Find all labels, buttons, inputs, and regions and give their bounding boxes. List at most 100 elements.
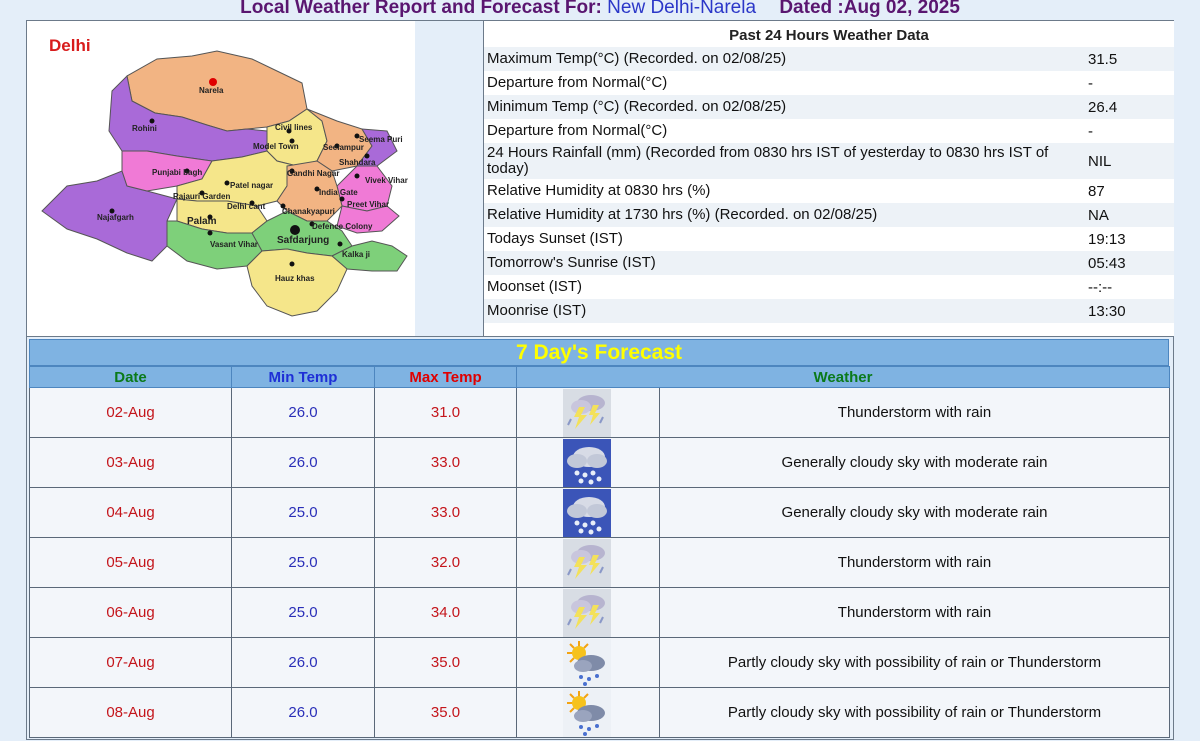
forecast-weather-desc: Thunderstorm with rain bbox=[658, 587, 1171, 638]
forecast-max-temp: 35.0 bbox=[374, 687, 517, 738]
forecast-max-temp: 35.0 bbox=[374, 637, 517, 688]
map-place-label: Rohini bbox=[132, 124, 157, 133]
forecast-max-temp: 33.0 bbox=[374, 487, 517, 538]
map-place-label: Vasant Vihar bbox=[210, 240, 258, 249]
forecast-weather-desc: Partly cloudy sky with possibility of ra… bbox=[658, 687, 1171, 738]
forecast-weather-desc: Thunderstorm with rain bbox=[658, 537, 1171, 588]
header-dated: Dated :Aug 02, 2025 bbox=[779, 0, 960, 18]
past-data-value: 87 bbox=[1088, 182, 1105, 200]
forecast-row: 06-Aug 25.0 34.0 Thunderstorm with rain bbox=[29, 587, 1171, 638]
map-place-label: India Gate bbox=[319, 188, 358, 197]
map-place-label: Kalka ji bbox=[342, 250, 370, 259]
forecast-icon-cell bbox=[516, 387, 660, 438]
past-data-value: NIL bbox=[1088, 152, 1112, 170]
past-data-row: Todays Sunset (IST) 19:13 bbox=[484, 227, 1174, 251]
past-24-hours-title: Past 24 Hours Weather Data bbox=[729, 27, 929, 44]
col-header-min-temp: Min Temp bbox=[231, 366, 375, 388]
forecast-date: 07-Aug bbox=[29, 637, 232, 688]
forecast-icon-cell bbox=[516, 637, 660, 688]
past-data-row: Moonset (IST) --:-- bbox=[484, 275, 1174, 299]
forecast-max-temp: 31.0 bbox=[374, 387, 517, 438]
map-place-label: Gandhi Nagar bbox=[287, 169, 339, 178]
past-data-value: - bbox=[1088, 122, 1093, 140]
thunderstorm-icon bbox=[563, 588, 611, 637]
map-region-label: Delhi bbox=[49, 36, 91, 55]
past-data-value: NA bbox=[1088, 206, 1109, 224]
forecast-title: 7 Day's Forecast bbox=[29, 339, 1169, 366]
thunderstorm-icon bbox=[563, 388, 611, 437]
past-data-value: - bbox=[1088, 74, 1093, 92]
past-data-label: Maximum Temp(°C) (Recorded. on 02/08/25) bbox=[487, 50, 787, 67]
forecast-max-temp: 33.0 bbox=[374, 437, 517, 488]
forecast-date: 02-Aug bbox=[29, 387, 232, 438]
map-place-label: Punjabi bagh bbox=[152, 168, 202, 177]
forecast-max-temp: 34.0 bbox=[374, 587, 517, 638]
col-header-max-temp: Max Temp bbox=[374, 366, 517, 388]
past-data-label: Departure from Normal(°C) bbox=[487, 122, 668, 139]
map-place-label: Hauz khas bbox=[275, 274, 315, 283]
forecast-date: 03-Aug bbox=[29, 437, 232, 488]
map-place-label: Delhi cant bbox=[227, 202, 266, 211]
map-place-label: Chanakyapuri bbox=[282, 207, 335, 216]
top-section: Delhi Narela Rohini Civil lines Seema Puri M… bbox=[26, 20, 1174, 338]
past-data-label: Todays Sunset (IST) bbox=[487, 230, 623, 247]
forecast-weather-desc: Generally cloudy sky with moderate rain bbox=[658, 437, 1171, 488]
forecast-date: 04-Aug bbox=[29, 487, 232, 538]
forecast-icon-cell bbox=[516, 437, 660, 488]
header-prefix: Local Weather Report and Forecast For: bbox=[240, 0, 602, 18]
map-place-label: Shahdara bbox=[339, 158, 376, 167]
forecast-weather-desc: Partly cloudy sky with possibility of ra… bbox=[658, 637, 1171, 688]
sun-cloud-rain-icon bbox=[563, 688, 611, 737]
map-place-label: Model Town bbox=[253, 142, 299, 151]
past-data-row: Departure from Normal(°C) - bbox=[484, 71, 1174, 95]
map-place-label: Palam bbox=[187, 216, 217, 227]
forecast-row: 04-Aug 25.0 33.0 Generally cloudy sky with … bbox=[29, 487, 1171, 538]
forecast-date: 08-Aug bbox=[29, 687, 232, 738]
page-header: Local Weather Report and Forecast For: N… bbox=[0, 0, 1200, 20]
forecast-date: 05-Aug bbox=[29, 537, 232, 588]
past-data-row: Moonrise (IST) 13:30 bbox=[484, 299, 1174, 323]
past-data-label: Moonset (IST) bbox=[487, 278, 583, 295]
forecast-max-temp: 32.0 bbox=[374, 537, 517, 588]
past-data-label: Moonrise (IST) bbox=[487, 302, 587, 319]
past-24-hours-panel: Past 24 Hours Weather Data Maximum Temp(… bbox=[483, 21, 1174, 337]
sun-cloud-rain-icon bbox=[563, 638, 611, 687]
map-place-label: Vivek Vihar bbox=[365, 176, 408, 185]
forecast-min-temp: 25.0 bbox=[231, 537, 375, 588]
map-place-label: Safdarjung bbox=[277, 235, 329, 246]
map-place-label: Defence Colony bbox=[312, 222, 373, 231]
past-data-label: Departure from Normal(°C) bbox=[487, 74, 668, 91]
forecast-row: 02-Aug 26.0 31.0 Thunderstorm with rain bbox=[29, 387, 1171, 438]
delhi-map-svg: Delhi Narela Rohini Civil lines Seema Puri M… bbox=[41, 36, 408, 317]
past-data-value: 31.5 bbox=[1088, 50, 1118, 68]
forecast-min-temp: 26.0 bbox=[231, 387, 375, 438]
forecast-min-temp: 26.0 bbox=[231, 637, 375, 688]
forecast-row: 07-Aug 26.0 35.0 Partly cloudy sky with pos… bbox=[29, 637, 1171, 688]
past-data-row: Minimum Temp (°C) (Recorded. on 02/08/25… bbox=[484, 95, 1174, 119]
map-place-label: Narela bbox=[199, 86, 224, 95]
col-header-weather: Weather bbox=[515, 366, 1171, 388]
forecast-weather-desc: Generally cloudy sky with moderate rain bbox=[658, 487, 1171, 538]
forecast-weather-desc: Thunderstorm with rain bbox=[658, 387, 1171, 438]
thunderstorm-icon bbox=[563, 538, 611, 587]
past-data-label: Minimum Temp (°C) (Recorded. on 02/08/25… bbox=[487, 98, 787, 115]
forecast-min-temp: 25.0 bbox=[231, 587, 375, 638]
map-place-label: Civil lines bbox=[275, 123, 313, 132]
forecast-row: 05-Aug 25.0 32.0 Thunderstorm with rain bbox=[29, 537, 1171, 588]
map-place-label: Preet Vihar bbox=[347, 200, 389, 209]
col-header-date: Date bbox=[29, 366, 232, 388]
past-data-label: 24 Hours Rainfall (mm) (Recorded from 08… bbox=[487, 144, 1049, 177]
past-data-row: Relative Humidity at 0830 hrs (%) 87 bbox=[484, 179, 1174, 203]
forecast-icon-cell bbox=[516, 687, 660, 738]
past-data-value: 13:30 bbox=[1088, 302, 1126, 320]
forecast-icon-cell bbox=[516, 587, 660, 638]
forecast-row: 08-Aug 26.0 35.0 Partly cloudy sky with pos… bbox=[29, 687, 1171, 738]
past-data-value: --:-- bbox=[1088, 278, 1113, 296]
past-data-label: Relative Humidity at 1730 hrs (%) (Recor… bbox=[487, 206, 878, 223]
map-place-label: Patel nagar bbox=[230, 181, 273, 190]
forecast-min-temp: 26.0 bbox=[231, 437, 375, 488]
past-24-hours-rows: Maximum Temp(°C) (Recorded. on 02/08/25)… bbox=[484, 47, 1174, 323]
past-data-row: 24 Hours Rainfall (mm) (Recorded from 08… bbox=[484, 143, 1174, 179]
map-place-label: Najafgarh bbox=[97, 213, 134, 222]
seven-day-forecast: 7 Day's Forecast Date Min Temp Max Temp … bbox=[26, 336, 1174, 740]
